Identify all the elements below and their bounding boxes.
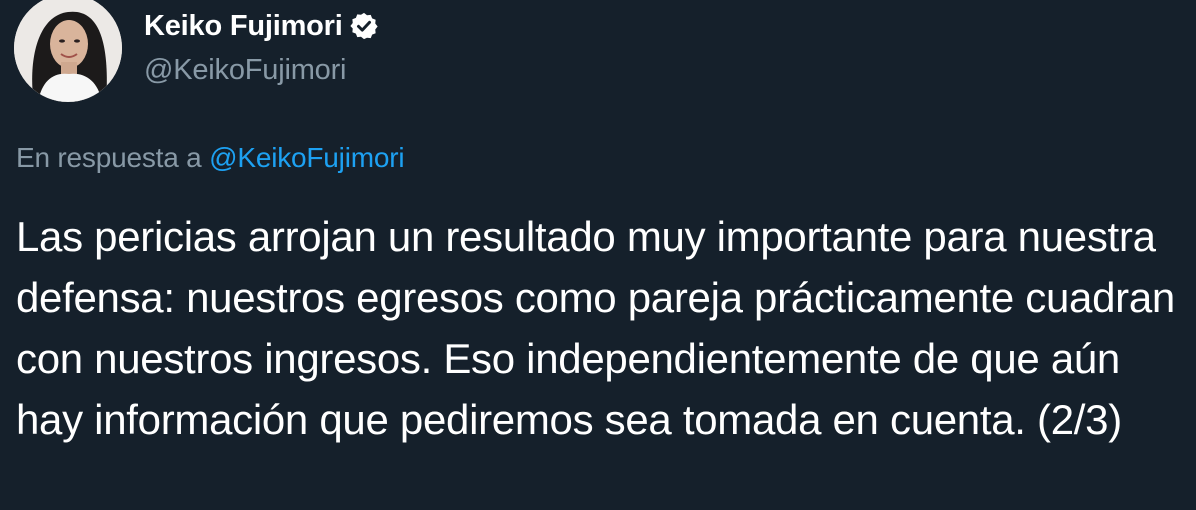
tweet-text: Las pericias arrojan un resultado muy im… [16,213,1175,443]
display-name[interactable]: Keiko Fujimori [144,10,343,43]
verified-badge-icon [349,11,379,41]
reply-context: En respuesta a @KeikoFujimori [16,142,405,174]
profile-photo-icon [14,0,122,102]
tweet-author: Keiko Fujimori @KeikoFujimori [144,8,744,87]
avatar[interactable] [14,0,122,102]
reply-prefix: En respuesta a [16,142,202,173]
user-handle[interactable]: @KeikoFujimori [144,54,744,87]
reply-mention-link[interactable]: @KeikoFujimori [209,142,404,173]
author-name-row: Keiko Fujimori [144,8,744,44]
